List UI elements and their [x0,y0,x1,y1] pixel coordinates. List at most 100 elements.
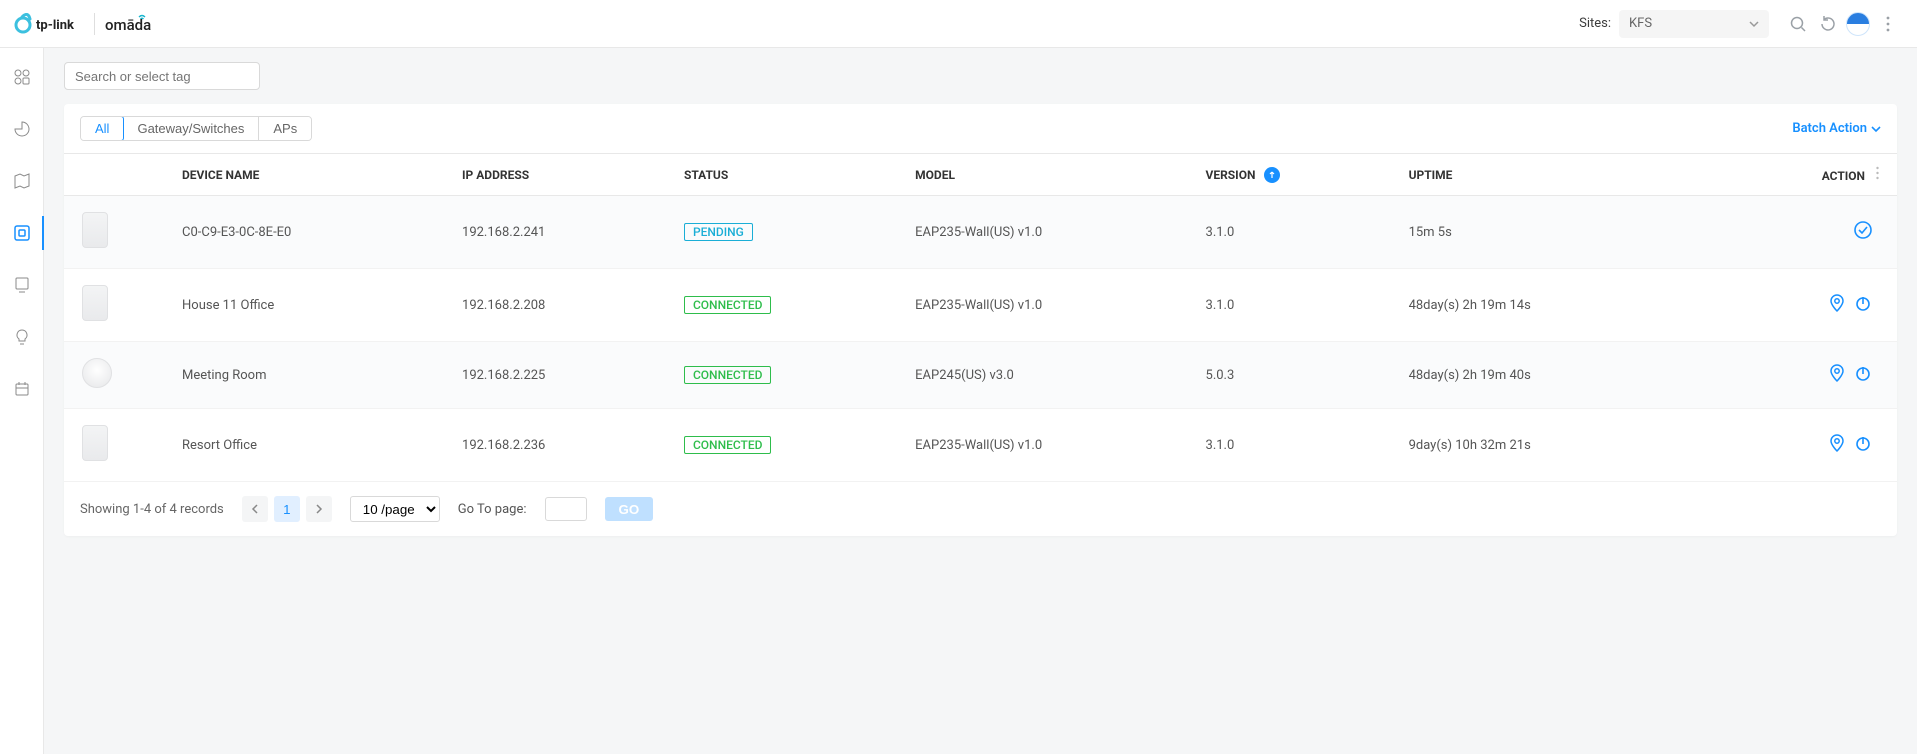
table-row[interactable]: C0-C9-E3-0C-8E-E0 192.168.2.241 PENDING … [64,196,1897,269]
cell-version: 3.1.0 [1198,196,1401,269]
page-next-button[interactable] [306,496,332,522]
device-type-icon [82,212,108,248]
col-version[interactable]: VERSION [1198,154,1401,196]
cell-ip: 192.168.2.241 [454,196,676,269]
device-type-icon [82,358,112,388]
content: All Gateway/Switches APs Batch Action DE… [44,48,1917,754]
side-nav [0,48,44,754]
col-version-label: VERSION [1206,168,1256,182]
cell-uptime: 9day(s) 10h 32m 21s [1401,409,1710,482]
col-model[interactable]: MODEL [907,154,1197,196]
chevron-down-icon [1749,19,1759,29]
cell-model: EAP235-Wall(US) v1.0 [907,196,1197,269]
status-badge: CONNECTED [684,366,772,384]
cell-version: 3.1.0 [1198,409,1401,482]
pagination: 1 [242,496,332,522]
cell-actions [1709,196,1897,269]
tab-aps[interactable]: APs [259,117,311,140]
header-more-button[interactable] [1873,9,1903,39]
cell-model: EAP235-Wall(US) v1.0 [907,409,1197,482]
col-ip[interactable]: IP ADDRESS [454,154,676,196]
action-reboot-button[interactable] [1853,293,1873,313]
user-menu[interactable] [1843,9,1873,39]
col-uptime[interactable]: UPTIME [1401,154,1710,196]
sites-dropdown[interactable]: KFS [1619,10,1769,38]
global-search-button[interactable] [1783,9,1813,39]
col-device-name[interactable]: DEVICE NAME [174,154,454,196]
cell-uptime: 15m 5s [1401,196,1710,269]
cell-actions [1709,409,1897,482]
column-settings-button[interactable] [1876,169,1879,183]
table-row[interactable]: House 11 Office 192.168.2.208 CONNECTED … [64,269,1897,342]
tab-all[interactable]: All [80,116,124,141]
cell-device-name: Resort Office [174,409,454,482]
per-page-select[interactable]: 10 /page [350,496,440,522]
sites-selector-wrap: Sites: KFS [1579,10,1769,38]
table-header-row: DEVICE NAME IP ADDRESS STATUS MODEL VERS… [64,154,1897,196]
action-adopt-button[interactable] [1853,220,1873,240]
action-locate-button[interactable] [1827,433,1847,453]
chevron-right-icon [315,504,323,514]
cell-version: 3.1.0 [1198,269,1401,342]
map-icon [13,172,31,190]
goto-button[interactable]: GO [605,497,654,521]
cell-model: EAP235-Wall(US) v1.0 [907,269,1197,342]
records-info: Showing 1-4 of 4 records [80,502,224,517]
refresh-icon [1819,15,1837,33]
tag-search-input[interactable] [73,68,253,85]
cell-version: 5.0.3 [1198,342,1401,409]
insight-icon [13,328,31,346]
device-type-icon [82,425,108,461]
nav-statistics[interactable] [0,114,44,144]
table-footer: Showing 1-4 of 4 records 1 10 /page Go T… [64,482,1897,536]
col-status[interactable]: STATUS [676,154,907,196]
batch-action-button[interactable]: Batch Action [1792,121,1881,136]
action-locate-button[interactable] [1827,293,1847,313]
refresh-button[interactable] [1813,9,1843,39]
top-header: tp-link omāda Sites: KFS [0,0,1917,48]
table-row[interactable]: Meeting Room 192.168.2.225 CONNECTED EAP… [64,342,1897,409]
goto-label: Go To page: [458,502,527,517]
page-number-1[interactable]: 1 [274,496,300,522]
panel-toolbar: All Gateway/Switches APs Batch Action [64,104,1897,153]
action-reboot-button[interactable] [1853,363,1873,383]
brand: tp-link omāda [14,13,175,35]
device-type-icon [82,285,108,321]
sites-label: Sites: [1579,16,1611,31]
log-icon [13,380,31,398]
tag-search[interactable] [64,62,260,90]
devices-panel: All Gateway/Switches APs Batch Action DE… [64,104,1897,536]
status-badge: PENDING [684,223,753,241]
goto-page-input[interactable] [545,497,587,521]
action-locate-button[interactable] [1827,363,1847,383]
cell-ip: 192.168.2.225 [454,342,676,409]
more-vertical-icon [1876,166,1879,180]
dashboard-icon [13,68,31,86]
cell-actions [1709,269,1897,342]
clients-icon [13,276,31,294]
nav-dashboard[interactable] [0,62,44,92]
omada-logo: omāda [105,14,175,34]
page-prev-button[interactable] [242,496,268,522]
table-row[interactable]: Resort Office 192.168.2.236 CONNECTED EA… [64,409,1897,482]
tab-gateway-switches[interactable]: Gateway/Switches [123,117,259,140]
nav-log[interactable] [0,374,44,404]
cell-model: EAP245(US) v3.0 [907,342,1197,409]
svg-text:omāda: omāda [105,16,151,34]
action-reboot-button[interactable] [1853,433,1873,453]
cell-device-name: House 11 Office [174,269,454,342]
batch-action-label: Batch Action [1792,121,1867,136]
sort-ascending-icon [1264,167,1280,183]
brand-separator [94,13,95,35]
nav-insight[interactable] [0,322,44,352]
cell-device-name: Meeting Room [174,342,454,409]
nav-clients[interactable] [0,270,44,300]
nav-devices[interactable] [0,218,44,248]
chevron-left-icon [251,504,259,514]
nav-map[interactable] [0,166,44,196]
avatar-icon [1846,12,1870,36]
svg-text:tp-link: tp-link [36,18,75,33]
col-action: ACTION [1822,169,1865,183]
tplink-logo: tp-link [14,13,84,35]
cell-device-name: C0-C9-E3-0C-8E-E0 [174,196,454,269]
